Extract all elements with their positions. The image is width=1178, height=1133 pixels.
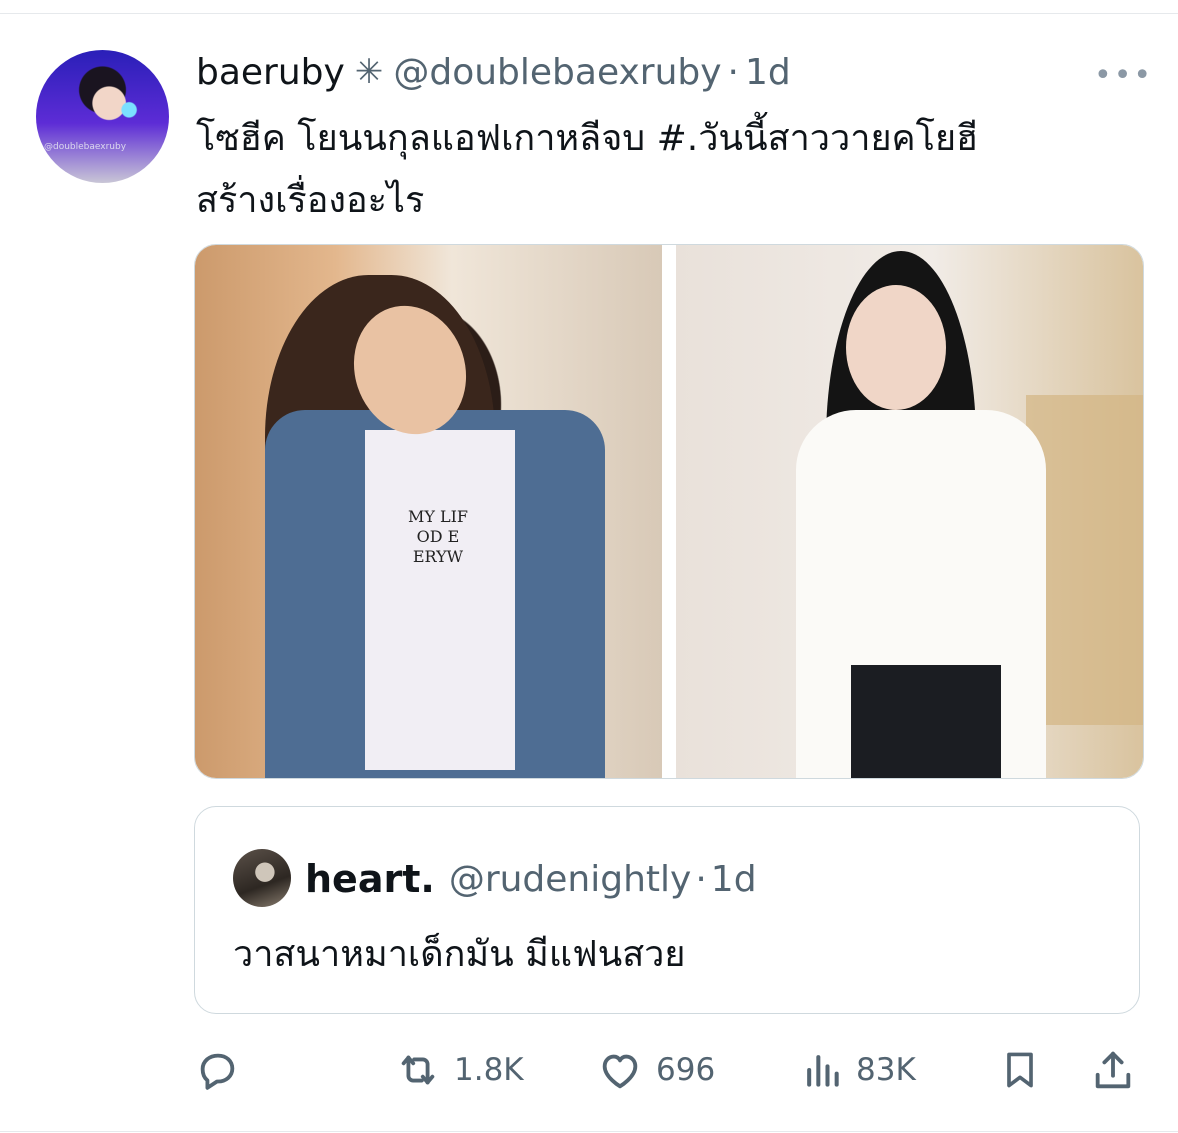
avatar-watermark: @doublebaexruby <box>44 142 127 152</box>
repost-button[interactable]: 1.8K <box>394 1040 524 1100</box>
share-button[interactable] <box>1090 1040 1136 1100</box>
tweet-text: โซฮีค โยนนกุลแอฟเกาหลีจบ #.วันนี้สาววายค… <box>196 108 1136 232</box>
reply-icon <box>200 1053 235 1090</box>
quoted-display-name: heart. <box>305 857 435 901</box>
quoted-tweet-text: วาสนาหมาเด็กมัน มีแฟนสวย <box>233 934 686 975</box>
quoted-tweet[interactable]: heart. @rudenightly · 1d วาสนาหมาเด็กมัน… <box>194 806 1140 1014</box>
top-divider <box>0 13 1178 14</box>
tweet-media-grid: MY LIF OD E ERYW <box>194 244 1144 779</box>
quoted-tweet-header: heart. @rudenightly · 1d <box>305 851 757 907</box>
action-bar: 1.8K 696 83K <box>0 1040 1178 1100</box>
author-display-name[interactable]: baeruby <box>196 52 345 93</box>
shirt-print-line: ERYW <box>412 547 464 566</box>
shirt-print-line: MY LIF <box>407 507 469 526</box>
repost-count: 1.8K <box>454 1052 524 1088</box>
views-chart-icon <box>807 1055 839 1087</box>
more-options-icon[interactable]: ••• <box>1094 58 1153 93</box>
shirt-print-line: OD E <box>416 527 460 546</box>
repost-icon <box>401 1055 435 1085</box>
header-separator: · <box>727 51 739 93</box>
share-icon <box>1095 1051 1131 1089</box>
photo-figure-shirt <box>365 430 515 770</box>
photo-figure-pants <box>851 665 1001 778</box>
media-photo-left[interactable]: MY LIF OD E ERYW <box>195 245 662 778</box>
shirt-print-text: MY LIF OD E ERYW <box>378 507 498 567</box>
quoted-handle: @rudenightly <box>448 858 692 900</box>
author-avatar[interactable]: @doublebaexruby <box>36 50 169 183</box>
tweet-header: baeruby ✳ @doublebaexruby · 1d <box>196 44 791 100</box>
bookmark-icon <box>1007 1052 1033 1088</box>
tweet-text-line: โซฮีค โยนนกุลแอฟเกาหลีจบ #.วันนี้สาววายค… <box>196 118 979 159</box>
media-gap <box>662 245 676 778</box>
photo-figure-face <box>846 285 946 410</box>
views-count: 83K <box>856 1052 916 1088</box>
tweet-text-line: สร้างเรื่องอะไร <box>196 180 425 221</box>
media-photo-right[interactable] <box>676 245 1143 778</box>
heart-icon <box>602 1054 638 1089</box>
views-button[interactable]: 83K <box>800 1040 916 1100</box>
tweet-timestamp[interactable]: 1d <box>745 52 791 93</box>
bottom-divider <box>0 1131 1178 1132</box>
bookmark-button[interactable] <box>998 1040 1042 1100</box>
quoted-timestamp: 1d <box>710 858 757 900</box>
reply-button[interactable] <box>194 1040 252 1100</box>
quoted-author-avatar <box>233 849 291 907</box>
like-button[interactable]: 696 <box>596 1040 715 1100</box>
like-count: 696 <box>656 1052 716 1088</box>
name-badge-icon: ✳ <box>354 52 384 92</box>
quoted-separator: · <box>695 858 707 900</box>
author-handle[interactable]: @doublebaexruby <box>393 52 721 93</box>
